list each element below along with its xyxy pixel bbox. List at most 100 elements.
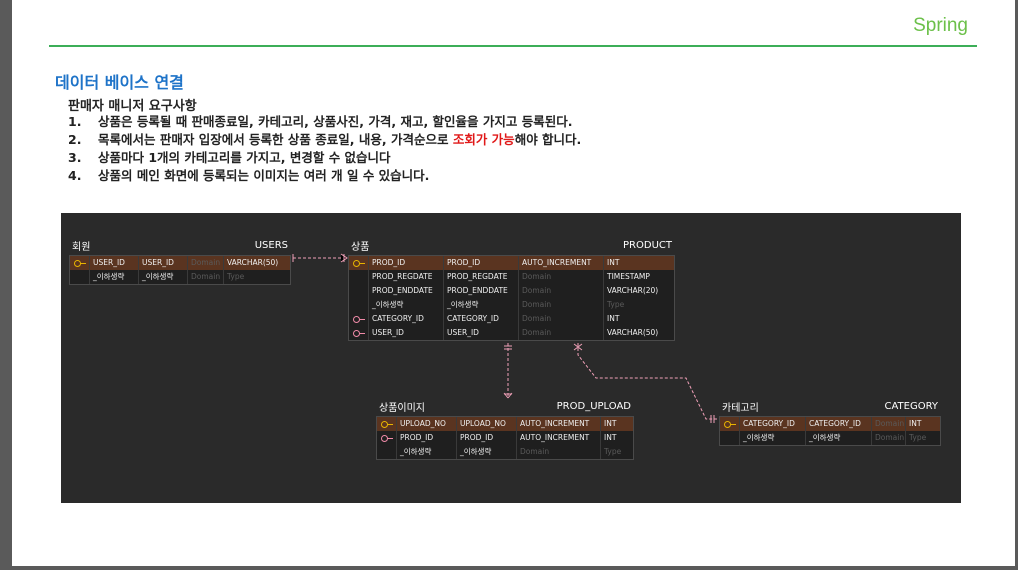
- table-physical-name: CATEGORY: [884, 400, 938, 412]
- table-category[interactable]: 카테고리 CATEGORY CATEGORY_ID CATEGORY_ID Do…: [719, 396, 941, 446]
- column-row[interactable]: PROD_REGDATE PROD_REGDATE Domain TIMESTA…: [349, 270, 674, 284]
- table-header: 회원 USERS: [69, 235, 291, 255]
- column-logical: _이하생략: [740, 431, 806, 445]
- column-physical: _이하생략: [444, 298, 519, 312]
- requirements-list: 1. 상품은 등록될 때 판매종료일, 카테고리, 상품사진, 가격, 재고, 할…: [68, 113, 581, 185]
- requirement-item: 3. 상품마다 1개의 카테고리를 가지고, 변경할 수 없습니다: [68, 149, 581, 167]
- pk-key-icon: [349, 256, 369, 270]
- column-row[interactable]: CATEGORY_ID CATEGORY_ID Domain INT: [349, 312, 674, 326]
- column-row[interactable]: PROD_ID PROD_ID AUTO_INCREMENT INT: [349, 256, 674, 270]
- column-domain: Domain: [517, 445, 601, 459]
- section-title: 데이터 베이스 연결: [55, 73, 184, 92]
- column-domain: AUTO_INCREMENT: [517, 417, 601, 431]
- column-logical: USER_ID: [90, 256, 139, 270]
- column-row[interactable]: _이하생략 _이하생략 Domain Type: [349, 298, 674, 312]
- requirement-text: 목록에서는 판매자 입장에서 등록한 상품 종료일, 내용, 가격순으로: [98, 132, 453, 147]
- column-physical: PROD_ID: [444, 256, 519, 270]
- column-row[interactable]: UPLOAD_NO UPLOAD_NO AUTO_INCREMENT INT: [377, 417, 633, 431]
- requirement-item: 1. 상품은 등록될 때 판매종료일, 카테고리, 상품사진, 가격, 재고, 할…: [68, 113, 581, 131]
- column-domain: AUTO_INCREMENT: [519, 256, 604, 270]
- column-row[interactable]: USER_ID USER_ID Domain VARCHAR(50): [349, 326, 674, 340]
- requirement-text: 상품은 등록될 때 판매종료일, 카테고리, 상품사진, 가격, 재고, 할인율…: [98, 114, 573, 129]
- column-domain: Domain: [519, 298, 604, 312]
- column-physical: _이하생략: [457, 445, 517, 459]
- table-logical-name: 회원: [72, 241, 91, 253]
- erd-diagram: 회원 USERS USER_ID USER_ID Domain VARCHAR(…: [61, 213, 961, 503]
- requirement-item: 4. 상품의 메인 화면에 등록되는 이미지는 여러 개 일 수 있습니다.: [68, 167, 581, 185]
- column-physical: CATEGORY_ID: [806, 417, 872, 431]
- column-type: Type: [607, 300, 625, 309]
- column-type: TIMESTAMP: [607, 272, 650, 281]
- table-physical-name: PRODUCT: [623, 239, 672, 251]
- column-type: VARCHAR(50): [227, 258, 279, 267]
- pk-key-icon: [70, 256, 90, 270]
- table-physical-name: PROD_UPLOAD: [556, 400, 631, 412]
- table-logical-name: 상품이미지: [379, 402, 425, 414]
- column-domain: Domain: [872, 431, 906, 445]
- requirement-highlight: 조회가 가능: [452, 132, 515, 147]
- column-domain: Domain: [519, 312, 604, 326]
- column-domain: Domain: [872, 417, 906, 431]
- table-prod-upload[interactable]: 상품이미지 PROD_UPLOAD UPLOAD_NO UPLOAD_NO AU…: [376, 396, 634, 460]
- column-logical: PROD_ID: [397, 431, 457, 445]
- requirement-item: 2. 목록에서는 판매자 입장에서 등록한 상품 종료일, 내용, 가격순으로 조…: [68, 131, 581, 149]
- column-row[interactable]: CATEGORY_ID CATEGORY_ID Domain INT: [720, 417, 940, 431]
- requirement-number: 2.: [68, 132, 82, 147]
- column-type: Type: [909, 433, 927, 442]
- table-header: 카테고리 CATEGORY: [719, 396, 941, 416]
- column-row[interactable]: _이하생략 _이하생략 Domain Type: [720, 431, 940, 445]
- column-logical: UPLOAD_NO: [397, 417, 457, 431]
- table-product[interactable]: 상품 PRODUCT PROD_ID PROD_ID AUTO_INCREMEN…: [348, 235, 675, 341]
- column-physical: _이하생략: [806, 431, 872, 445]
- column-row[interactable]: _이하생략 _이하생략 Domain Type: [70, 270, 290, 284]
- table-logical-name: 카테고리: [722, 402, 759, 414]
- table-users[interactable]: 회원 USERS USER_ID USER_ID Domain VARCHAR(…: [69, 235, 291, 285]
- column-type: VARCHAR(20): [607, 286, 659, 295]
- table-columns: CATEGORY_ID CATEGORY_ID Domain INT _이하생략…: [719, 416, 941, 446]
- header-rule: [49, 45, 977, 47]
- fk-key-icon: [377, 431, 397, 445]
- column-physical: PROD_REGDATE: [444, 270, 519, 284]
- pk-key-icon: [720, 417, 740, 431]
- column-row[interactable]: PROD_ENDDATE PROD_ENDDATE Domain VARCHAR…: [349, 284, 674, 298]
- column-physical: _이하생략: [139, 270, 188, 284]
- pk-key-icon: [377, 417, 397, 431]
- column-physical: CATEGORY_ID: [444, 312, 519, 326]
- column-row[interactable]: PROD_ID PROD_ID AUTO_INCREMENT INT: [377, 431, 633, 445]
- column-physical: PROD_ID: [457, 431, 517, 445]
- requirement-number: 3.: [68, 150, 82, 165]
- column-domain: Domain: [188, 256, 224, 270]
- slide-frame-bottom: [0, 566, 1018, 570]
- table-columns: UPLOAD_NO UPLOAD_NO AUTO_INCREMENT INT P…: [376, 416, 634, 460]
- column-domain: Domain: [519, 270, 604, 284]
- column-type: INT: [607, 258, 620, 267]
- column-row[interactable]: USER_ID USER_ID Domain VARCHAR(50): [70, 256, 290, 270]
- table-logical-name: 상품: [351, 241, 370, 253]
- requirement-number: 1.: [68, 114, 82, 129]
- column-domain: Domain: [519, 284, 604, 298]
- column-logical: PROD_REGDATE: [369, 270, 444, 284]
- column-type: VARCHAR(50): [607, 328, 659, 337]
- table-columns: PROD_ID PROD_ID AUTO_INCREMENT INT PROD_…: [348, 255, 675, 341]
- column-logical: _이하생략: [369, 298, 444, 312]
- requirement-text: 상품의 메인 화면에 등록되는 이미지는 여러 개 일 수 있습니다.: [98, 168, 430, 183]
- column-type: INT: [909, 419, 922, 428]
- column-row[interactable]: _이하생략 _이하생략 Domain Type: [377, 445, 633, 459]
- column-type: INT: [604, 433, 617, 442]
- column-physical: PROD_ENDDATE: [444, 284, 519, 298]
- column-logical: _이하생략: [397, 445, 457, 459]
- column-logical: _이하생략: [90, 270, 139, 284]
- column-type: Type: [604, 447, 622, 456]
- column-type: Type: [227, 272, 245, 281]
- column-physical: USER_ID: [139, 256, 188, 270]
- table-header: 상품 PRODUCT: [348, 235, 675, 255]
- requirement-text: 해야 합니다.: [514, 132, 582, 147]
- column-physical: UPLOAD_NO: [457, 417, 517, 431]
- brand-label: Spring: [913, 15, 968, 36]
- requirement-text: 상품마다 1개의 카테고리를 가지고, 변경할 수 없습니다: [98, 150, 391, 165]
- column-domain: Domain: [188, 270, 224, 284]
- column-logical: USER_ID: [369, 326, 444, 340]
- fk-key-icon: [349, 326, 369, 340]
- slide-frame-left: [0, 0, 12, 570]
- table-header: 상품이미지 PROD_UPLOAD: [376, 396, 634, 416]
